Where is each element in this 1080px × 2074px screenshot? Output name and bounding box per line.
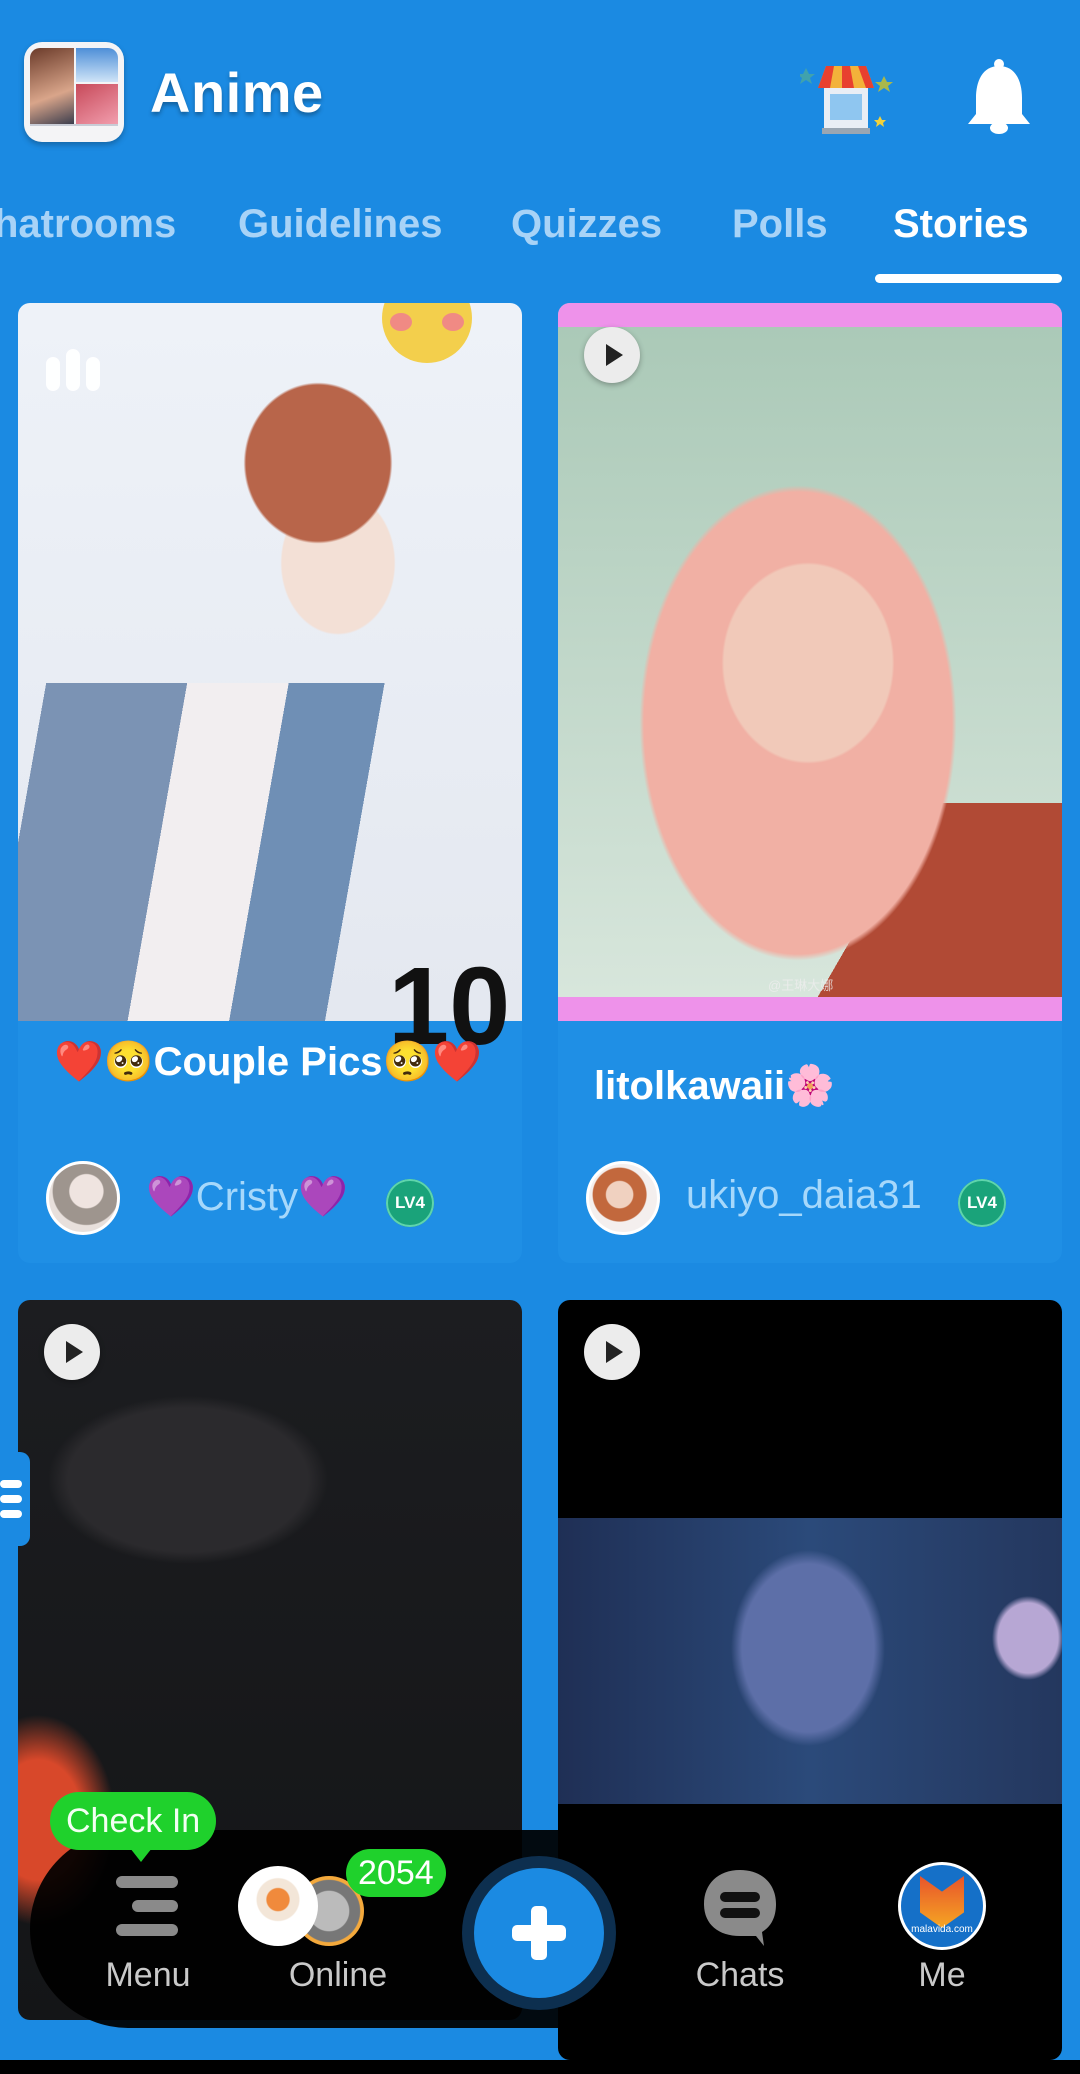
- story-card[interactable]: 10 ❤️🥺Couple Pics🥺❤️ 💜Cristy💜 LV4: [18, 303, 522, 1263]
- author-avatar[interactable]: [586, 1161, 660, 1235]
- avatar-text: malavida.com: [911, 1924, 973, 1935]
- nav-label: Online: [288, 1956, 388, 1994]
- story-author[interactable]: 💜Cristy💜 LV4: [46, 1159, 506, 1239]
- system-bar: [0, 2060, 1080, 2074]
- active-tab-indicator: [875, 274, 1062, 283]
- create-post-button[interactable]: [474, 1868, 604, 1998]
- tab-stories[interactable]: Stories: [893, 202, 1029, 247]
- tab-guidelines[interactable]: Guidelines: [238, 202, 443, 247]
- nav-label: Chats: [695, 1956, 785, 1994]
- community-title[interactable]: Anime: [150, 60, 324, 125]
- handle-line: [0, 1480, 22, 1488]
- logo-panel: [76, 48, 118, 82]
- author-name[interactable]: 💜Cristy💜: [146, 1173, 348, 1220]
- online-count-badge: 2054: [346, 1849, 446, 1897]
- store-icon[interactable]: [800, 58, 896, 138]
- logo-base: [30, 124, 118, 138]
- story-author[interactable]: ukiyo_daia31 LV4: [586, 1159, 1046, 1239]
- check-in-button[interactable]: Check In: [50, 1792, 217, 1862]
- plus-icon: [512, 1906, 566, 1960]
- handle-line: [0, 1495, 22, 1503]
- audio-bars-icon: [46, 349, 102, 391]
- chat-bubble-icon[interactable]: [700, 1866, 780, 1946]
- logo-panel: [76, 84, 118, 126]
- level-badge: LV4: [384, 1177, 436, 1229]
- app-header: Anime: [0, 0, 1080, 200]
- story-title[interactable]: ❤️🥺Couple Pics🥺❤️: [54, 1039, 494, 1085]
- play-icon: [584, 1324, 640, 1380]
- tab-polls[interactable]: Polls: [732, 202, 828, 247]
- story-thumbnail[interactable]: 10: [18, 303, 522, 1068]
- community-logo-icon[interactable]: [24, 42, 124, 142]
- logo-panel: [30, 48, 74, 126]
- online-member-avatar[interactable]: [238, 1866, 318, 1946]
- story-thumbnail[interactable]: @王琳大娜: [558, 303, 1062, 1021]
- tab-quizzes[interactable]: Quizzes: [511, 202, 662, 247]
- emoji-sticker: [382, 303, 472, 363]
- thumbnail-art: [558, 1518, 1062, 1804]
- nav-label: Me: [918, 1956, 966, 1994]
- author-name[interactable]: ukiyo_daia31: [686, 1173, 922, 1218]
- play-icon: [44, 1324, 100, 1380]
- level-badge: LV4: [956, 1177, 1008, 1229]
- handle-line: [0, 1510, 22, 1518]
- section-tabs: hatrooms Guidelines Quizzes Polls Storie…: [0, 196, 1080, 286]
- story-card[interactable]: @王琳大娜 litolkawaii🌸 ukiyo_daia31 LV4: [558, 303, 1062, 1263]
- user-avatar[interactable]: malavida.com: [898, 1862, 986, 1950]
- play-icon: [584, 327, 640, 383]
- image-watermark: @王琳大娜: [768, 978, 834, 993]
- story-title[interactable]: litolkawaii🌸: [594, 1063, 1034, 1109]
- author-avatar[interactable]: [46, 1161, 120, 1235]
- menu-icon: [116, 1876, 178, 1936]
- side-drawer-handle[interactable]: [0, 1452, 30, 1546]
- nav-label: Menu: [105, 1956, 191, 1994]
- tab-chatrooms[interactable]: hatrooms: [0, 202, 176, 247]
- bell-icon[interactable]: [964, 58, 1034, 136]
